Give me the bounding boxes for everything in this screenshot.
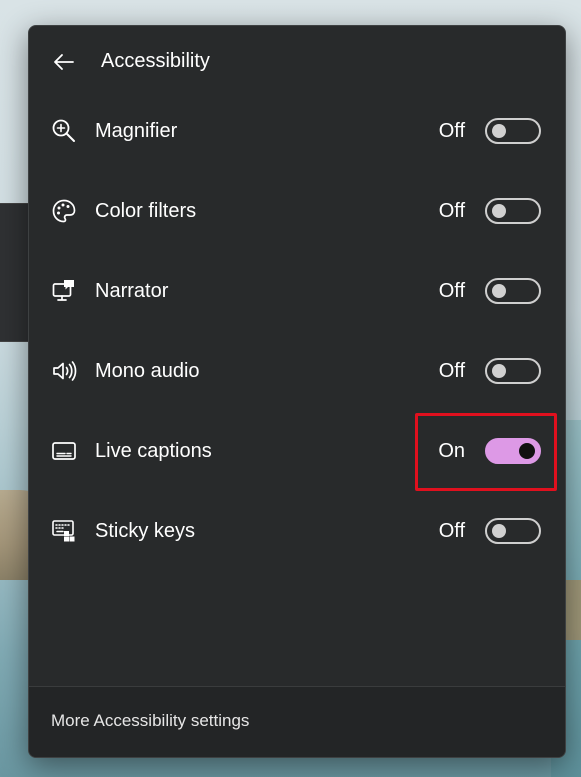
setting-label: Narrator: [95, 279, 169, 302]
setting-state: Off: [438, 519, 465, 542]
color-filters-toggle[interactable]: [485, 198, 541, 224]
narrator-toggle[interactable]: [485, 278, 541, 304]
palette-icon: [51, 198, 77, 224]
toggle-knob: [492, 524, 506, 538]
setting-label: Color filters: [95, 199, 197, 222]
toggle-knob: [492, 364, 506, 378]
magnifier-toggle[interactable]: [485, 118, 541, 144]
setting-label: Magnifier: [95, 119, 178, 142]
setting-state: Off: [438, 279, 465, 302]
setting-state: Off: [438, 119, 465, 142]
mono-audio-toggle[interactable]: [485, 358, 541, 384]
narrator-icon: [51, 278, 77, 304]
highlight-annotation: [415, 413, 557, 491]
sticky-keys-toggle[interactable]: [485, 518, 541, 544]
back-button[interactable]: [49, 48, 79, 76]
magnifier-icon: [51, 118, 77, 144]
setting-state: Off: [438, 359, 465, 382]
toggle-knob: [492, 124, 506, 138]
accessibility-flyout: Accessibility Magnifier Off Color filter…: [28, 25, 566, 758]
speaker-icon: [51, 358, 77, 384]
setting-label: Sticky keys: [95, 519, 196, 542]
setting-row-color-filters: Color filters Off: [29, 181, 565, 241]
toggle-knob: [492, 204, 506, 218]
setting-row-narrator: Narrator Off: [29, 261, 565, 321]
back-arrow-icon: [53, 53, 75, 71]
toggle-knob: [492, 284, 506, 298]
flyout-title: Accessibility: [101, 50, 210, 72]
setting-label: Mono audio: [95, 359, 200, 382]
setting-state: Off: [438, 199, 465, 222]
captions-icon: [51, 438, 77, 464]
setting-label: Live captions: [95, 439, 212, 462]
setting-row-sticky-keys: Sticky keys Off: [29, 501, 565, 561]
flyout-footer: More Accessibility settings: [29, 686, 565, 757]
setting-row-mono-audio: Mono audio Off: [29, 341, 565, 401]
more-accessibility-settings-link[interactable]: More Accessibility settings: [51, 711, 249, 731]
flyout-header: Accessibility: [29, 26, 565, 96]
setting-row-magnifier: Magnifier Off: [29, 101, 565, 161]
sticky-keys-icon: [51, 518, 77, 544]
